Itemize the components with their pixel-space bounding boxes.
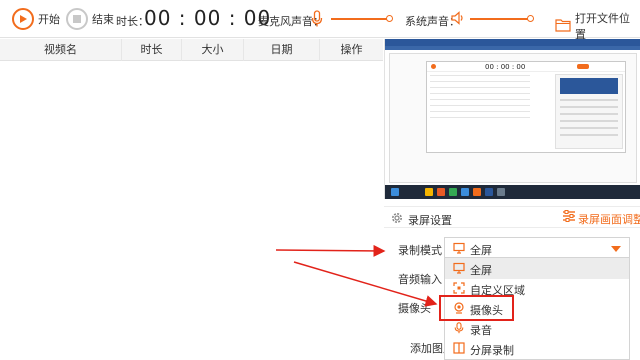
start-label: 开始 xyxy=(38,13,60,26)
screen-adjust-label[interactable]: 录屏画面调整 xyxy=(578,211,640,227)
microphone-icon xyxy=(311,10,323,31)
preview-settings-panel xyxy=(555,74,623,149)
camera-label: 摄像头 xyxy=(398,302,431,315)
play-icon xyxy=(12,8,34,30)
settings-title: 录屏设置 xyxy=(408,214,452,227)
monitor-icon xyxy=(453,242,465,257)
video-list xyxy=(0,61,383,360)
column-header-date[interactable]: 日期 xyxy=(244,39,320,61)
column-header-size[interactable]: 大小 xyxy=(182,39,244,61)
option-fullscreen[interactable]: 全屏 xyxy=(445,258,629,279)
preview-titlebar xyxy=(385,39,640,46)
preview-ribbon xyxy=(385,46,640,50)
screen-preview: 00 : 00 : 00 xyxy=(384,39,640,199)
preview-list-lines xyxy=(430,75,530,123)
screen-adjust-button[interactable] xyxy=(562,210,576,222)
record-mode-value: 全屏 xyxy=(470,244,492,257)
preview-play-icon xyxy=(431,64,436,69)
record-mode-label: 录制模式 xyxy=(398,244,442,257)
option-label: 录音 xyxy=(470,324,492,337)
folder-icon xyxy=(555,18,571,35)
camera-option-highlight xyxy=(439,295,514,321)
option-label: 全屏 xyxy=(470,264,492,277)
gear-icon xyxy=(390,211,404,228)
open-folder-label: 打开文件位置 xyxy=(575,12,630,41)
speaker-icon xyxy=(450,10,466,29)
column-header-actions: 操作 xyxy=(340,43,363,56)
open-folder-button[interactable]: 打开文件位置 xyxy=(555,10,640,42)
mic-slider-knob[interactable] xyxy=(386,15,393,22)
option-split-screen[interactable]: 分屏录制 xyxy=(445,338,629,359)
monitor-icon xyxy=(453,262,465,277)
split-screen-icon xyxy=(453,342,465,357)
column-header-duration[interactable]: 时长 xyxy=(122,39,182,61)
system-slider-knob[interactable] xyxy=(527,15,534,22)
option-audio-only[interactable]: 录音 xyxy=(445,318,629,339)
audio-input-label: 音频输入 xyxy=(398,273,442,286)
column-header-name[interactable]: 视频名 xyxy=(0,39,122,61)
stop-button[interactable]: 结束 xyxy=(66,8,114,30)
preview-accent-badge xyxy=(577,64,589,69)
preview-recorder-window: 00 : 00 : 00 xyxy=(426,61,626,153)
microphone-icon xyxy=(453,322,465,337)
sliders-icon xyxy=(563,210,575,222)
preview-taskbar xyxy=(385,185,640,199)
preview-window-bar: 00 : 00 : 00 xyxy=(427,62,625,72)
chevron-down-icon xyxy=(611,246,621,252)
toolbar: 开始 结束 时长： 00 : 00 : 00 麦克风声音： 系统声音： 打开文件… xyxy=(0,0,640,41)
recording-timer: 00 : 00 : 00 xyxy=(144,6,272,30)
system-volume-slider[interactable] xyxy=(470,15,534,22)
stop-label: 结束 xyxy=(92,13,114,26)
video-table-header: 视频名 时长 大小 日期 操作 xyxy=(0,39,383,61)
mic-volume-slider[interactable] xyxy=(331,15,393,22)
preview-timer: 00 : 00 : 00 xyxy=(485,63,526,71)
stop-icon xyxy=(66,8,88,30)
start-button[interactable]: 开始 xyxy=(12,8,60,30)
record-mode-select[interactable]: 全屏 xyxy=(444,237,630,258)
option-label: 分屏录制 xyxy=(470,344,514,357)
